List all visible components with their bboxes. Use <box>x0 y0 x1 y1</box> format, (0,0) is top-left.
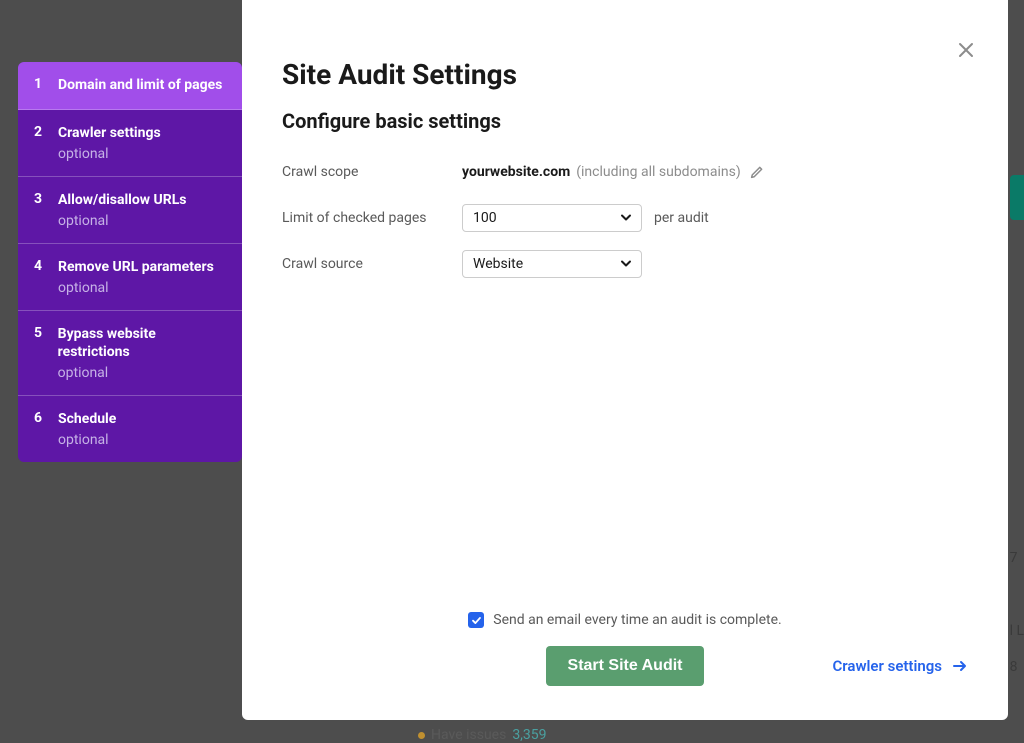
limit-select[interactable]: 100 <box>462 204 642 232</box>
sidebar-item-bypass-restrictions[interactable]: 5 Bypass website restrictions optional <box>18 311 242 397</box>
sidebar-item-crawler-settings[interactable]: 2 Crawler settings optional <box>18 110 242 177</box>
step-title: Schedule <box>58 410 116 429</box>
limit-row: Limit of checked pages 100 per audit <box>282 204 968 232</box>
email-checkbox-label: Send an email every time an audit is com… <box>493 612 781 628</box>
step-number: 5 <box>34 325 46 341</box>
arrow-right-icon <box>952 658 968 674</box>
crawl-source-row: Crawl source Website <box>282 250 968 278</box>
crawl-scope-note: (including all subdomains) <box>576 164 740 180</box>
email-checkbox-row: Send an email every time an audit is com… <box>282 612 968 628</box>
email-checkbox[interactable] <box>468 612 484 628</box>
modal-title: Site Audit Settings <box>282 58 968 91</box>
step-number: 3 <box>34 191 46 207</box>
crawl-source-select-value: Website <box>473 256 523 272</box>
step-subtitle: optional <box>58 213 187 229</box>
crawl-source-label: Crawl source <box>282 256 462 272</box>
step-title: Crawler settings <box>58 124 161 143</box>
step-title: Bypass website restrictions <box>58 325 226 363</box>
background-have-issues: Have issues 3,359 <box>418 727 547 743</box>
step-subtitle: optional <box>58 146 161 162</box>
settings-steps-sidebar: 1 Domain and limit of pages 2 Crawler se… <box>18 62 242 462</box>
background-right-text: 7 l L 8 <box>1010 540 1024 686</box>
step-number: 2 <box>34 124 46 140</box>
step-number: 4 <box>34 258 46 274</box>
modal-footer: Send an email every time an audit is com… <box>242 612 1008 720</box>
crawl-scope-row: Crawl scope yourwebsite.com (including a… <box>282 158 968 186</box>
start-site-audit-button[interactable]: Start Site Audit <box>546 646 705 686</box>
crawl-scope-value: yourwebsite.com <box>462 164 570 180</box>
step-title: Domain and limit of pages <box>58 76 222 95</box>
step-number: 1 <box>34 76 46 92</box>
edit-crawl-scope-button[interactable] <box>749 165 764 180</box>
crawl-scope-label: Crawl scope <box>282 164 462 180</box>
limit-select-value: 100 <box>473 210 497 226</box>
limit-suffix: per audit <box>654 210 709 226</box>
sidebar-item-domain-limit[interactable]: 1 Domain and limit of pages <box>18 62 242 110</box>
checkmark-icon <box>471 615 482 626</box>
sidebar-item-schedule[interactable]: 6 Schedule optional <box>18 396 242 462</box>
step-subtitle: optional <box>58 280 214 296</box>
crawler-settings-link-label: Crawler settings <box>832 657 942 675</box>
sidebar-item-remove-url-params[interactable]: 4 Remove URL parameters optional <box>18 244 242 311</box>
sidebar-item-allow-disallow[interactable]: 3 Allow/disallow URLs optional <box>18 177 242 244</box>
step-number: 6 <box>34 410 46 426</box>
step-subtitle: optional <box>58 432 116 448</box>
settings-modal: Site Audit Settings Configure basic sett… <box>242 0 1008 720</box>
background-strip <box>1010 175 1024 220</box>
step-title: Allow/disallow URLs <box>58 191 187 210</box>
modal-subtitle: Configure basic settings <box>282 109 968 133</box>
crawl-source-select[interactable]: Website <box>462 250 642 278</box>
step-title: Remove URL parameters <box>58 258 214 277</box>
close-button[interactable] <box>956 40 976 60</box>
modal-body: Site Audit Settings Configure basic sett… <box>242 0 1008 612</box>
step-subtitle: optional <box>58 365 226 381</box>
close-icon <box>956 40 976 60</box>
pencil-icon <box>749 165 764 180</box>
limit-label: Limit of checked pages <box>282 210 462 226</box>
crawler-settings-link[interactable]: Crawler settings <box>832 657 968 675</box>
